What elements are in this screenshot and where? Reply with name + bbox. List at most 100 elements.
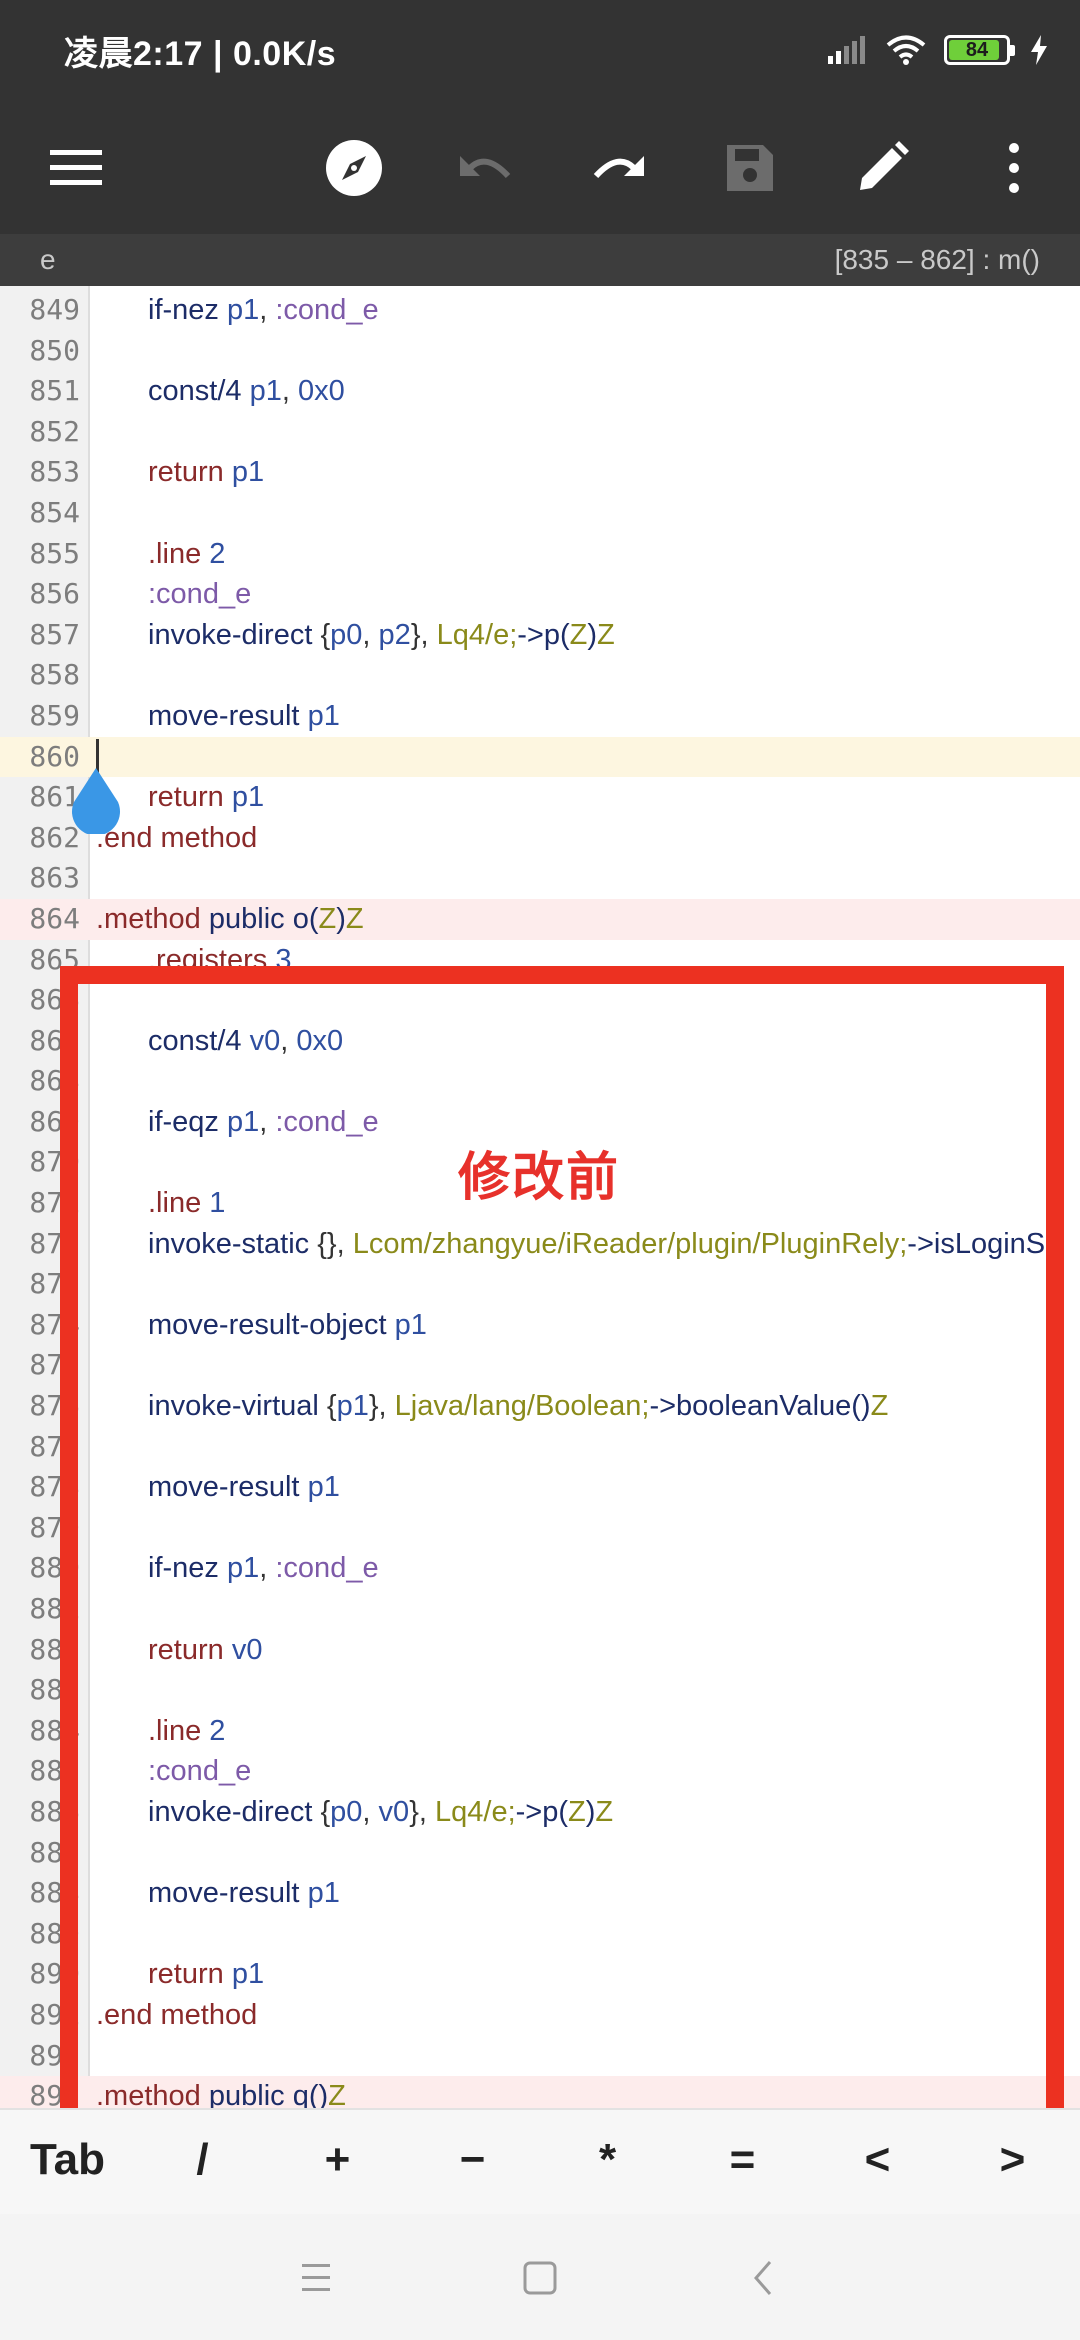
code-line[interactable]: 861 return p1	[0, 777, 1080, 818]
line-number: 849	[29, 293, 80, 326]
code-text: .line 1	[148, 1187, 226, 1220]
code-line[interactable]: 855 .line 2	[0, 534, 1080, 575]
code-line[interactable]: 878 move-result p1	[0, 1467, 1080, 1508]
redo-button[interactable]	[570, 120, 666, 216]
code-line[interactable]: 873	[0, 1264, 1080, 1305]
symbol-key[interactable]: >	[945, 2110, 1080, 2214]
line-number: 874	[29, 1307, 80, 1341]
code-text: invoke-virtual {p1}, Ljava/lang/Boolean;…	[148, 1390, 889, 1423]
symbol-key[interactable]: −	[405, 2110, 540, 2214]
symbol-key[interactable]: <	[810, 2110, 945, 2214]
line-number: 880	[29, 1551, 80, 1585]
code-line[interactable]: 866	[0, 980, 1080, 1021]
line-number: 867	[29, 1023, 80, 1057]
more-button[interactable]	[966, 120, 1062, 216]
code-line[interactable]: 850	[0, 331, 1080, 372]
code-line[interactable]: 852	[0, 412, 1080, 453]
code-line[interactable]: 891 .end method	[0, 1995, 1080, 2036]
symbol-key[interactable]: =	[675, 2110, 810, 2214]
code-line[interactable]: 882 return v0	[0, 1630, 1080, 1671]
line-number: 881	[29, 1592, 80, 1625]
line-number: 855	[29, 536, 80, 570]
code-line[interactable]: 893 .method public q()Z	[0, 2076, 1080, 2108]
symbol-key[interactable]: Tab	[0, 2110, 135, 2214]
undo-button[interactable]	[438, 120, 534, 216]
symbol-key[interactable]: +	[270, 2110, 405, 2214]
more-icon	[1009, 143, 1019, 193]
code-text: return v0	[148, 1633, 263, 1666]
line-number: 872	[29, 1226, 80, 1260]
line-number: 873	[29, 1267, 80, 1301]
code-line[interactable]: 849 if-nez p1, :cond_e	[0, 290, 1080, 331]
line-number: 854	[29, 495, 80, 529]
battery-level: 84	[965, 39, 989, 61]
recent-apps-icon[interactable]	[288, 2250, 344, 2306]
code-line[interactable]: 854	[0, 493, 1080, 534]
edit-icon	[860, 141, 909, 190]
code-line[interactable]: 859 move-result p1	[0, 696, 1080, 737]
code-line[interactable]: 872 invoke-static {}, Lcom/zhangyue/iRead…	[0, 1224, 1080, 1265]
code-text: return p1	[148, 456, 265, 489]
code-text: return p1	[148, 1958, 265, 1991]
line-number: 857	[29, 617, 80, 651]
symbol-key[interactable]: /	[135, 2110, 270, 2214]
code-line[interactable]: 874 move-result-object p1	[0, 1305, 1080, 1346]
code-line[interactable]: 892	[0, 2036, 1080, 2077]
code-line[interactable]: 890 return p1	[0, 1954, 1080, 1995]
code-line[interactable]: 867 const/4 v0, 0x0	[0, 1021, 1080, 1062]
code-line[interactable]: 886 invoke-direct {p0, v0}, Lq4/e;->p(Z)Z	[0, 1792, 1080, 1833]
code-line[interactable]: 889	[0, 1914, 1080, 1955]
status-time: 凌晨2:17 | 0.0K/s	[64, 35, 337, 73]
line-number: 891	[29, 1997, 80, 2031]
line-number: 863	[29, 861, 80, 895]
code-line[interactable]: 879	[0, 1508, 1080, 1549]
line-number: 877	[29, 1429, 80, 1463]
code-line[interactable]: 863	[0, 858, 1080, 899]
code-line[interactable]: 881	[0, 1589, 1080, 1630]
home-icon[interactable]	[512, 2250, 568, 2306]
code-text: if-nez p1, :cond_e	[148, 294, 379, 326]
code-line[interactable]: 851 const/4 p1, 0x0	[0, 371, 1080, 412]
code-line[interactable]: 884 .line 2	[0, 1711, 1080, 1752]
edit-button[interactable]	[834, 120, 930, 216]
info-bar: e [835 – 862] : m()	[0, 234, 1080, 286]
symbol-bar: Tab / + − * = < >	[0, 2108, 1080, 2216]
code-line[interactable]: 877	[0, 1427, 1080, 1468]
code-line[interactable]: 864 .method public o(Z)Z	[0, 898, 1080, 940]
save-icon	[727, 145, 773, 191]
line-number: 865	[29, 942, 80, 976]
code-line[interactable]: 857 invoke-direct {p0, p2}, Lq4/e;->p(Z)Z	[0, 615, 1080, 656]
code-text: .end method	[96, 1998, 258, 2031]
symbol-key[interactable]: *	[540, 2110, 675, 2214]
code-line[interactable]: 888 move-result p1	[0, 1873, 1080, 1914]
code-text: move-result p1	[148, 1471, 340, 1504]
navigate-button[interactable]	[306, 120, 402, 216]
code-line[interactable]: 856:cond_e	[0, 574, 1080, 615]
file-name: e	[40, 244, 56, 275]
back-icon[interactable]	[736, 2250, 792, 2306]
cursor-handle-icon[interactable]	[70, 766, 122, 834]
status-icons: 84	[826, 28, 1050, 72]
code-line[interactable]: 875	[0, 1345, 1080, 1386]
save-button[interactable]	[702, 120, 798, 216]
code-line[interactable]: 853 return p1	[0, 452, 1080, 493]
code-line[interactable]: 880 if-nez p1, :cond_e	[0, 1548, 1080, 1589]
menu-icon	[50, 150, 102, 185]
code-text: if-nez p1, :cond_e	[148, 1552, 379, 1585]
line-number: 892	[29, 2038, 80, 2072]
code-line[interactable]: 887	[0, 1833, 1080, 1874]
line-number: 861	[29, 780, 80, 814]
code-line[interactable]: 860	[0, 736, 1080, 778]
code-line[interactable]: 858	[0, 655, 1080, 696]
line-number: 858	[29, 658, 80, 692]
code-line[interactable]: 885:cond_e	[0, 1751, 1080, 1792]
charging-icon	[1031, 35, 1047, 65]
code-line[interactable]: 865 .registers 3	[0, 940, 1080, 981]
code-line[interactable]: 883	[0, 1670, 1080, 1711]
line-number: 866	[29, 983, 80, 1017]
code-line[interactable]: 868	[0, 1061, 1080, 1102]
menu-button[interactable]	[28, 120, 124, 216]
line-number: 875	[29, 1348, 80, 1382]
code-line[interactable]: 876 invoke-virtual {p1}, Ljava/lang/Boole…	[0, 1386, 1080, 1427]
code-line[interactable]: 862 .end method	[0, 818, 1080, 859]
